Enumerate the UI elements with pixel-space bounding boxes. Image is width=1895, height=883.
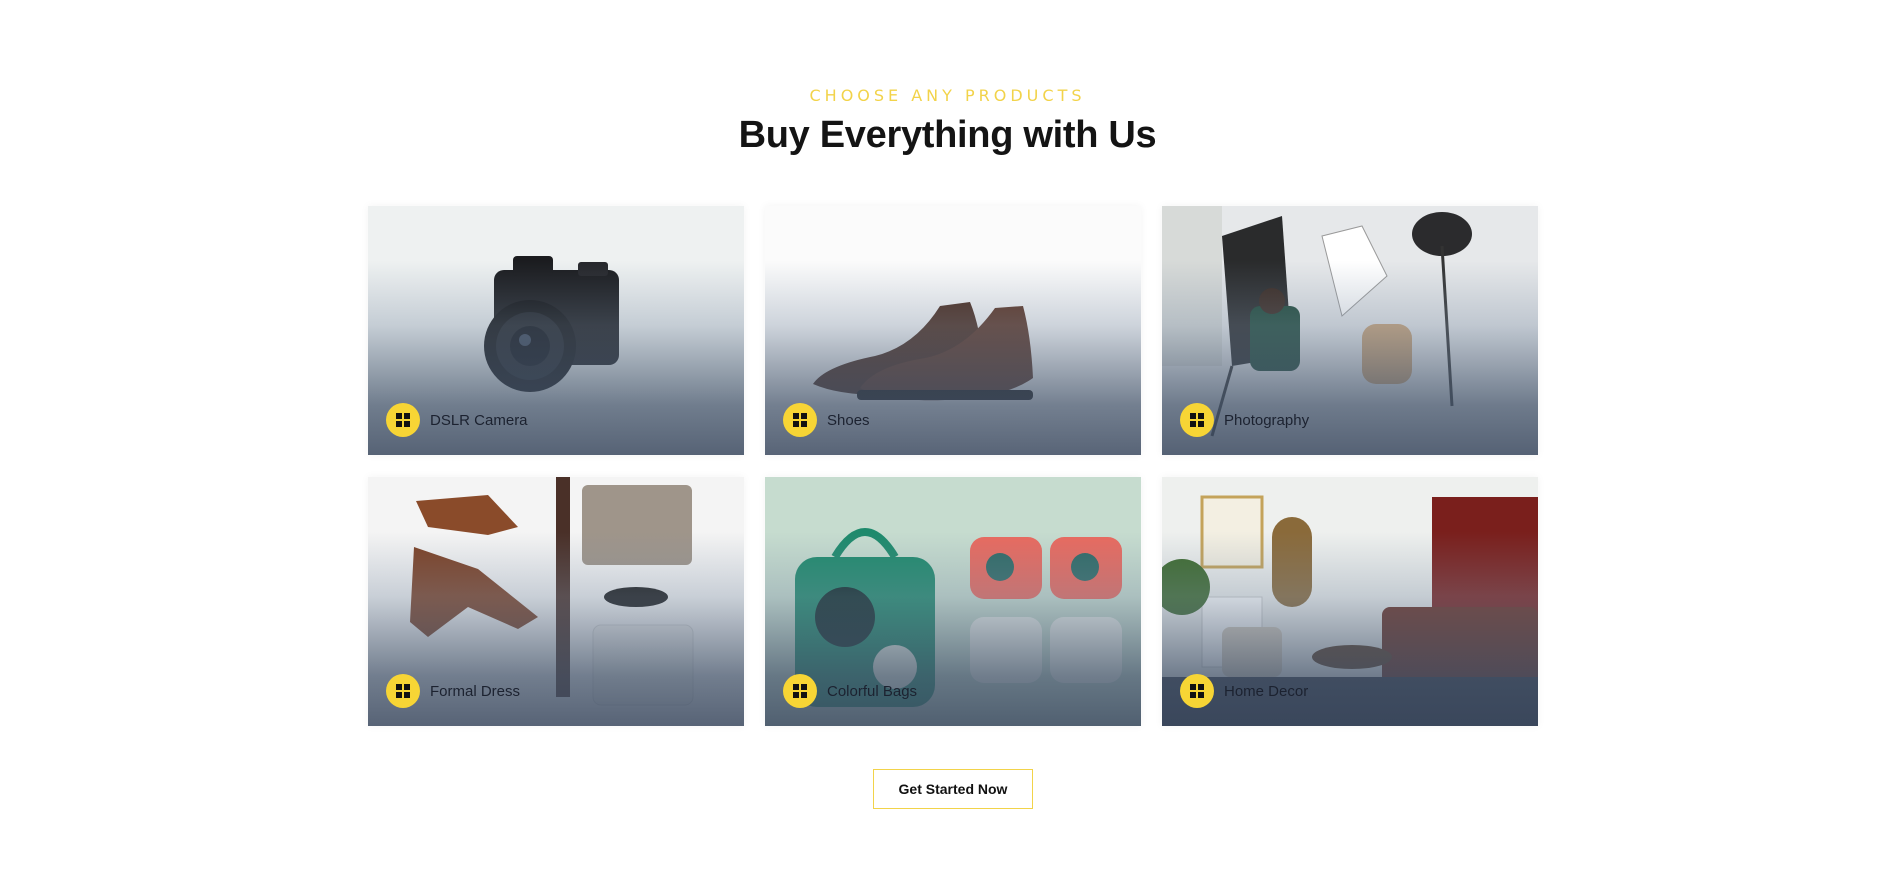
- section-eyebrow: CHOOSE ANY PRODUCTS: [809, 86, 1086, 105]
- windows-icon: [783, 674, 817, 708]
- product-label: Home Decor: [1224, 682, 1309, 700]
- product-label: Formal Dress: [430, 682, 521, 700]
- product-label: Shoes: [827, 411, 870, 429]
- windows-icon: [386, 403, 420, 437]
- product-card-photography[interactable]: Photography: [1162, 206, 1538, 455]
- product-card-dslr-camera[interactable]: DSLR Camera: [368, 206, 744, 455]
- get-started-button[interactable]: Get Started Now: [873, 769, 1033, 809]
- windows-icon: [783, 403, 817, 437]
- section-title: Buy Everything with Us: [738, 114, 1157, 156]
- product-card-shoes[interactable]: Shoes: [765, 206, 1141, 455]
- product-label: DSLR Camera: [430, 411, 528, 429]
- windows-icon: [1180, 403, 1214, 437]
- windows-icon: [386, 674, 420, 708]
- product-card-colorful-bags[interactable]: Colorful Bags: [765, 477, 1141, 726]
- product-label: Colorful Bags: [827, 682, 918, 700]
- product-label: Photography: [1224, 411, 1310, 429]
- product-card-formal-dress[interactable]: Formal Dress: [368, 477, 744, 726]
- product-card-home-decor[interactable]: Home Decor: [1162, 477, 1538, 726]
- product-grid: DSLR Camera Shoes Photography Formal Dre…: [368, 206, 1538, 726]
- windows-icon: [1180, 674, 1214, 708]
